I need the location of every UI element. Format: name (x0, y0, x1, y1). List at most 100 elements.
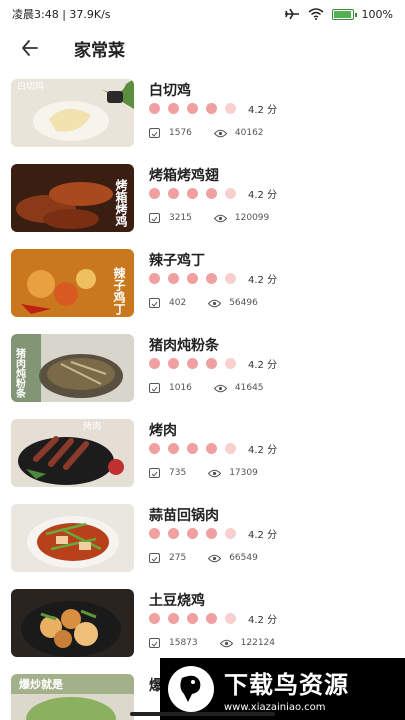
rating: 4.2 分 (149, 186, 277, 201)
rating: 4.2 分 (149, 526, 277, 541)
favorite-count: 1016 (169, 383, 192, 393)
recipe-item[interactable]: 蒜苗回锅肉 4.2 分 275 66549 (0, 499, 405, 584)
recipe-thumbnail[interactable]: 白切鸡 (11, 79, 134, 147)
rating-dot (225, 273, 236, 284)
favorite-icon (149, 213, 160, 223)
watermark-title: 下载鸟资源 (224, 671, 349, 699)
rating-dot (149, 528, 160, 539)
recipe-item[interactable]: 白切鸡 白切鸡 4.2 分 1576 40162 (0, 74, 405, 159)
airplane-icon (284, 8, 299, 20)
header: 家常菜 (0, 28, 405, 68)
arrow-left-icon[interactable] (20, 38, 40, 58)
rating-dot (225, 188, 236, 199)
recipe-thumbnail[interactable]: 猪肉炖粉条 (11, 334, 134, 402)
recipe-title: 蒜苗回锅肉 (149, 508, 219, 524)
recipe-thumbnail[interactable] (11, 504, 134, 572)
recipe-title: 烤肉 (149, 423, 177, 439)
eye-icon (208, 554, 222, 562)
eye-icon (213, 384, 227, 392)
view-count: 56496 (229, 298, 258, 308)
rating-dot (225, 613, 236, 624)
recipe-title: 辣子鸡丁 (149, 253, 205, 269)
eye-icon (208, 299, 222, 307)
recipe-title: 猪肉炖粉条 (149, 338, 219, 354)
rating-dot (206, 528, 217, 539)
wifi-icon (308, 8, 324, 20)
recipe-thumbnail[interactable]: 烤肉 (11, 419, 134, 487)
recipe-item[interactable]: 烤肉 烤肉 4.2 分 735 17309 (0, 414, 405, 499)
thumb-caption: 烤肉 (83, 420, 101, 432)
home-indicator[interactable] (130, 712, 275, 716)
rating-dot (187, 443, 198, 454)
recipe-thumbnail[interactable]: 烤箱烤鸡 (11, 164, 134, 232)
favorite-count: 1576 (169, 128, 192, 138)
rating-dot (168, 273, 179, 284)
eye-icon (213, 129, 227, 137)
status-bar: 凌晨3:48 | 37.9K/s 100% (0, 0, 405, 28)
battery-percent: 100% (361, 7, 393, 21)
favorite-count: 275 (169, 553, 187, 563)
recipe-item[interactable]: 辣子鸡丁 辣子鸡丁 4.2 分 402 56496 (0, 244, 405, 329)
rating-dot (225, 528, 236, 539)
bird-logo-icon (168, 666, 214, 712)
rating-dot (225, 103, 236, 114)
recipe-stats: 1016 41645 (149, 383, 264, 393)
rating-score: 4.2 分 (248, 275, 278, 286)
rating-dot (206, 103, 217, 114)
rating-score: 4.2 分 (248, 530, 278, 541)
recipe-title: 白切鸡 (149, 83, 191, 99)
rating-dot (149, 358, 160, 369)
eye-icon (208, 469, 222, 477)
battery-icon (331, 8, 357, 20)
rating: 4.2 分 (149, 441, 277, 456)
rating-dot (225, 443, 236, 454)
rating-dot (168, 103, 179, 114)
view-count: 40162 (234, 128, 264, 138)
recipe-stats: 3215 120099 (149, 213, 269, 223)
status-time-speed: 凌晨3:48 | 37.9K/s (12, 8, 111, 21)
favorite-icon (149, 383, 160, 393)
recipe-thumbnail[interactable] (11, 589, 134, 657)
recipe-item[interactable]: 猪肉炖粉条 猪肉炖粉条 4.2 分 1016 41645 (0, 329, 405, 414)
rating: 4.2 分 (149, 101, 277, 116)
rating: 4.2 分 (149, 271, 277, 286)
favorite-count: 402 (169, 298, 187, 308)
rating-dot (149, 273, 160, 284)
recipe-stats: 402 56496 (149, 298, 258, 308)
rating-dot (187, 273, 198, 284)
view-count: 120099 (234, 213, 270, 223)
rating-dot (149, 443, 160, 454)
favorite-icon (149, 298, 160, 308)
rating-score: 4.2 分 (248, 190, 278, 201)
favorite-icon (149, 638, 160, 648)
recipe-thumbnail[interactable]: 辣子鸡丁 (11, 249, 134, 317)
rating-dot (206, 358, 217, 369)
recipe-item[interactable]: 土豆烧鸡 4.2 分 15873 122124 (0, 584, 405, 669)
favorite-icon (149, 128, 160, 138)
eye-icon (219, 639, 233, 647)
view-count: 122124 (240, 638, 275, 648)
favorite-icon (149, 553, 160, 563)
rating-dot (187, 358, 198, 369)
recipe-stats: 275 66549 (149, 553, 258, 563)
thumb-caption: 白切鸡 (17, 80, 44, 92)
favorite-count: 15873 (169, 638, 198, 648)
rating-dot (149, 103, 160, 114)
watermark-banner: 下载鸟资源 www.xiazainiao.com (160, 658, 405, 720)
thumb-caption: 爆炒就是 (19, 677, 64, 691)
thumb-caption: 烤箱烤鸡 (114, 178, 128, 227)
recipe-stats: 1576 40162 (149, 128, 264, 138)
rating-dot (225, 358, 236, 369)
rating-score: 4.2 分 (248, 445, 278, 456)
rating-dot (206, 273, 217, 284)
favorite-icon (149, 468, 160, 478)
recipe-item[interactable]: 烤箱烤鸡 烤箱烤鸡翅 4.2 分 3215 120099 (0, 159, 405, 244)
recipe-thumbnail[interactable]: 爆炒就是 (11, 674, 134, 720)
watermark-text: 下载鸟资源 www.xiazainiao.com (224, 665, 349, 713)
recipe-stats: 735 17309 (149, 468, 258, 478)
status-icons: 100% (284, 8, 393, 21)
rating-score: 4.2 分 (248, 360, 278, 371)
rating-dot (187, 613, 198, 624)
rating-dot (206, 613, 217, 624)
recipe-stats: 15873 122124 (149, 638, 275, 648)
